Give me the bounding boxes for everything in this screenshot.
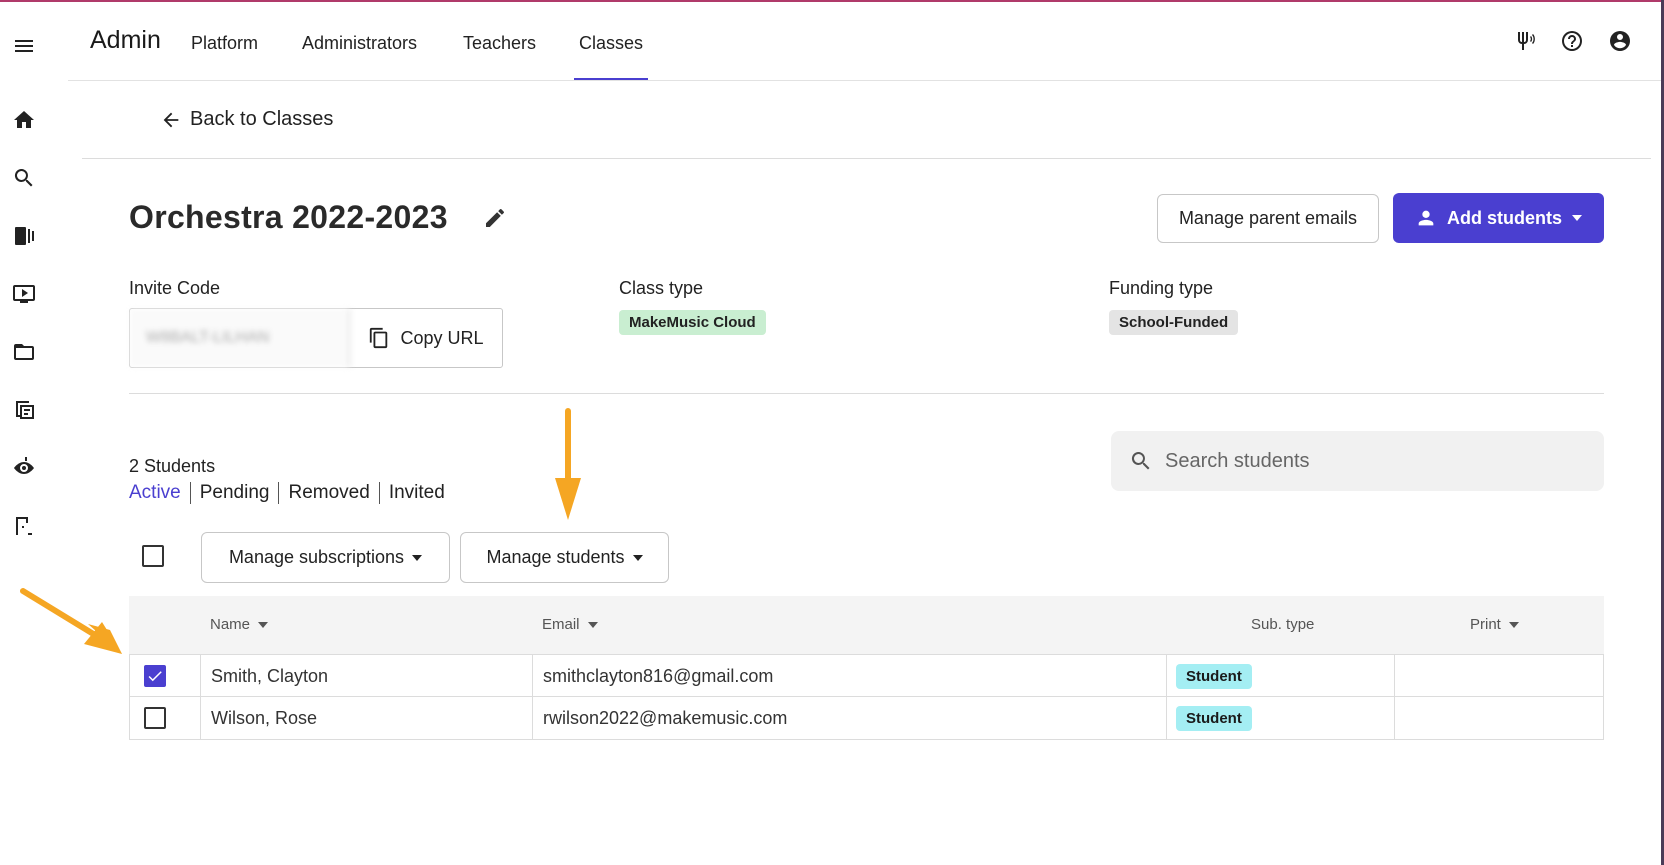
manage-subscriptions-button[interactable]: Manage subscriptions [201,532,450,583]
filter-separator [378,482,380,504]
add-students-label: Add students [1447,207,1562,228]
tab-administrators[interactable]: Administrators [302,33,417,54]
ear-training-icon[interactable] [8,452,40,484]
table-row[interactable]: Wilson, Rose rwilson2022@makemusic.com S… [129,697,1604,740]
invite-code-box: W8BALT-LILHAN Copy URL [129,308,503,368]
annotation-arrow-down-icon [555,408,581,520]
search-students-input[interactable] [1165,449,1565,473]
sort-icon [258,621,269,628]
student-name[interactable]: Smith, Clayton [211,655,328,697]
status-filters: Active Pending Removed Invited [129,482,445,504]
chevron-down-icon [1572,215,1582,221]
menu-icon[interactable] [8,30,40,62]
filter-active[interactable]: Active [129,482,181,504]
class-type-label: Class type [619,278,704,298]
top-icons [1511,28,1633,54]
sub-type-badge: Student [1176,705,1252,731]
column-header-label: Email [542,616,580,633]
manage-subscriptions-label: Manage subscriptions [228,547,405,567]
tab-teachers[interactable]: Teachers [463,33,536,54]
annotation-arrow-diagonal-icon [20,588,122,654]
row-checkbox[interactable] [144,707,166,729]
copy-url-button[interactable]: Copy URL [350,309,502,367]
help-icon[interactable] [1559,28,1585,54]
column-header-label: Name [210,616,251,633]
column-header-email[interactable]: Email [542,616,598,633]
divider [129,393,1604,394]
table-header: Name Email Sub. type Print [129,596,1604,654]
row-checkbox[interactable] [144,665,166,687]
edit-icon[interactable] [483,206,507,230]
column-header-label: Sub. type [1251,616,1315,633]
manage-parent-emails-button[interactable]: Manage parent emails [1157,194,1379,243]
table-row[interactable]: Smith, Clayton smithclayton816@gmail.com… [129,654,1604,697]
column-header-name[interactable]: Name [210,616,269,633]
student-email: smithclayton816@gmail.com [543,665,774,686]
library-icon[interactable] [8,220,40,252]
chevron-down-icon [632,554,643,561]
arrow-left-icon [163,112,179,127]
back-to-classes-link[interactable]: Back to Classes [160,108,333,131]
app-title: Admin [90,26,161,54]
search-icon[interactable] [8,162,40,194]
account-icon[interactable] [1607,28,1633,54]
top-nav: Admin Platform Administrators Teachers C… [68,0,1661,81]
filter-invited[interactable]: Invited [389,482,445,504]
back-link-label: Back to Classes [190,108,334,130]
page-title: Orchestra 2022-2023 [129,199,448,235]
filter-pending[interactable]: Pending [200,482,270,504]
column-header-sub-type: Sub. type [1251,616,1314,633]
sub-type-badge: Student [1176,663,1252,689]
students-count: 2 Students [129,456,216,476]
exit-icon[interactable] [8,510,40,542]
select-all-checkbox[interactable] [142,545,164,567]
invite-code-value: W8BALT-LILHAN [130,309,350,367]
filter-removed[interactable]: Removed [288,482,369,504]
search-students [1111,431,1604,491]
copy-url-label: Copy URL [400,327,484,348]
home-icon[interactable] [8,104,40,136]
tuner-icon[interactable] [1511,28,1537,54]
student-name[interactable]: Wilson, Rose [211,697,317,739]
divider [82,158,1651,159]
filter-separator [189,482,191,504]
chevron-down-icon [412,554,423,561]
folder-icon[interactable] [8,336,40,368]
student-email: rwilson2022@makemusic.com [543,707,788,728]
assignments-icon[interactable] [8,394,40,426]
funding-type-badge: School-Funded [1109,310,1239,335]
sidebar [0,0,48,865]
search-icon [1131,452,1150,470]
add-students-button[interactable]: Add students [1393,193,1604,243]
sort-icon [587,621,598,628]
column-header-label: Print [1470,616,1501,633]
manage-students-label: Manage students [486,547,625,567]
filter-separator [278,482,280,504]
chevron-down-icon [1508,621,1519,628]
tab-platform[interactable]: Platform [191,33,258,54]
manage-students-button[interactable]: Manage students [460,532,669,583]
checkmark-icon [148,671,162,682]
manage-parent-emails-label: Manage parent emails [1178,208,1358,228]
class-type-badge: MakeMusic Cloud [619,310,766,335]
copy-icon [370,327,388,349]
column-header-print[interactable]: Print [1470,616,1519,633]
person-icon [1418,210,1434,226]
tab-classes[interactable]: Classes [573,33,649,80]
invite-code-label: Invite Code [129,278,221,298]
funding-type-label: Funding type [1109,278,1214,298]
video-icon[interactable] [8,278,40,310]
